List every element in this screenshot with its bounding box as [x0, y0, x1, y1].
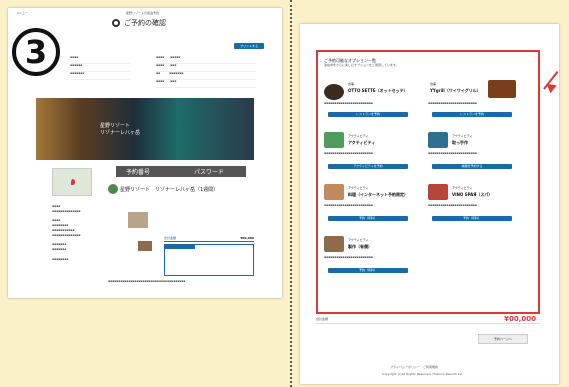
footer-note: ▪▪▪▪▪▪▪▪▪▪▪▪▪▪▪▪▪▪▪▪▪▪▪▪▪▪▪▪▪▪▪▪▪▪▪▪▪▪: [108, 279, 186, 283]
brand-label: 星野リゾートの宿泊予約: [126, 11, 160, 15]
page-title: ご予約の確認: [124, 19, 166, 27]
photo-caption: 星野リゾート: [100, 123, 131, 129]
total-block: 合計金額 ¥00,000: [164, 236, 254, 276]
menu-label[interactable]: メニュー: [16, 11, 28, 16]
hotel-name: 星野リゾート リゾナーレ八ヶ岳（1週間）: [120, 187, 219, 193]
total-label: 合計金額: [164, 236, 177, 240]
next-button[interactable]: 予約ページへ: [478, 334, 528, 344]
total-row: 合計金額 ¥00,000: [316, 315, 540, 324]
reservation-number-label: 予約番号: [126, 169, 151, 176]
option-thumb: [138, 241, 152, 251]
reservation-bar: 予約番号 パスワード: [116, 166, 246, 177]
password-label: パスワード: [194, 169, 225, 176]
total-value: ¥00,000: [240, 236, 254, 240]
total-label: 合計金額: [316, 317, 329, 321]
map-thumbnail[interactable]: [52, 168, 92, 196]
step-number-badge: 3: [12, 28, 60, 76]
footer-links[interactable]: プライバシーポリシー ご利用規約: [390, 365, 438, 370]
hotel-photo: 星野リゾート リゾナーレ八ヶ岳: [36, 98, 254, 160]
check-icon: [112, 19, 120, 27]
total-value: ¥00,000: [504, 315, 536, 323]
room-photo: [128, 212, 148, 228]
copyright: Copyright (c)All Rights Reserved. Hoshin…: [382, 372, 464, 376]
booking-details: ▪▪▪▪ ▪▪▪▪▪▪▪▪▪▪▪▪▪▪ ▪▪▪▪ ▪▪▪▪▪▪▪▪ ▪▪▪▪▪▪▪▪▪▪…: [52, 204, 81, 261]
hotel-logo: [108, 184, 118, 194]
photo-caption-sub: リゾナーレ八ヶ岳: [100, 130, 141, 136]
dotted-divider: [290, 0, 292, 387]
print-button[interactable]: プリントする: [234, 43, 264, 49]
highlight-box: [316, 50, 540, 314]
